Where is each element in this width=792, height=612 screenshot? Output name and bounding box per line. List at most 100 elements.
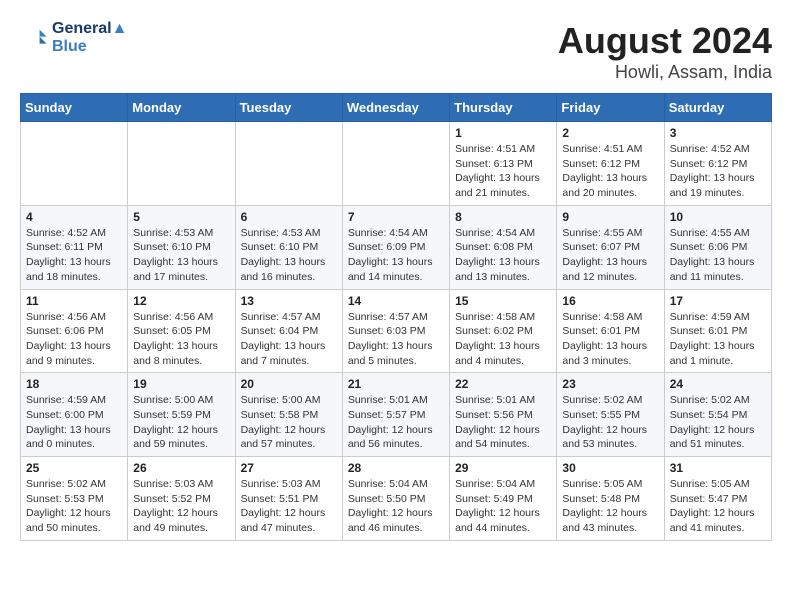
day-detail: Sunrise: 4:55 AM Sunset: 6:06 PM Dayligh… — [670, 226, 766, 285]
day-number: 7 — [348, 210, 444, 224]
day-detail: Sunrise: 4:57 AM Sunset: 6:04 PM Dayligh… — [241, 310, 337, 369]
day-number: 5 — [133, 210, 229, 224]
day-number: 22 — [455, 377, 551, 391]
calendar-cell: 21 Sunrise: 5:01 AM Sunset: 5:57 PM Dayli… — [342, 373, 449, 457]
day-detail: Sunrise: 5:02 AM Sunset: 5:53 PM Dayligh… — [26, 477, 122, 536]
day-detail: Sunrise: 4:51 AM Sunset: 6:12 PM Dayligh… — [562, 142, 658, 201]
calendar-cell: 24 Sunrise: 5:02 AM Sunset: 5:54 PM Dayli… — [664, 373, 771, 457]
page-header: General▲ Blue August 2024 Howli, Assam, … — [20, 20, 772, 83]
weekday-header-wednesday: Wednesday — [342, 94, 449, 122]
day-detail: Sunrise: 4:54 AM Sunset: 6:08 PM Dayligh… — [455, 226, 551, 285]
day-number: 1 — [455, 126, 551, 140]
calendar-cell: 19Sunrise: 5:00 AM Sunset: 5:59 PM Dayli… — [128, 373, 235, 457]
calendar-cell: 27 Sunrise: 5:03 AM Sunset: 5:51 PM Dayli… — [235, 457, 342, 541]
day-number: 26 — [133, 461, 229, 475]
day-number: 28 — [348, 461, 444, 475]
title-block: August 2024 Howli, Assam, India — [558, 20, 772, 83]
calendar-cell: 20Sunrise: 5:00 AM Sunset: 5:58 PM Dayli… — [235, 373, 342, 457]
calendar-cell: 1 Sunrise: 4:51 AM Sunset: 6:13 PM Daylig… — [450, 122, 557, 206]
calendar-cell: 31Sunrise: 5:05 AM Sunset: 5:47 PM Dayli… — [664, 457, 771, 541]
day-number: 13 — [241, 294, 337, 308]
calendar-cell: 8 Sunrise: 4:54 AM Sunset: 6:08 PM Daylig… — [450, 205, 557, 289]
calendar-cell: 6 Sunrise: 4:53 AM Sunset: 6:10 PM Daylig… — [235, 205, 342, 289]
day-detail: Sunrise: 5:03 AM Sunset: 5:51 PM Dayligh… — [241, 477, 337, 536]
calendar-cell: 14Sunrise: 4:57 AM Sunset: 6:03 PM Dayli… — [342, 289, 449, 373]
day-detail: Sunrise: 4:54 AM Sunset: 6:09 PM Dayligh… — [348, 226, 444, 285]
day-detail: Sunrise: 4:56 AM Sunset: 6:06 PM Dayligh… — [26, 310, 122, 369]
calendar-cell: 30 Sunrise: 5:05 AM Sunset: 5:48 PM Dayli… — [557, 457, 664, 541]
day-detail: Sunrise: 5:02 AM Sunset: 5:55 PM Dayligh… — [562, 393, 658, 452]
day-detail: Sunrise: 5:04 AM Sunset: 5:49 PM Dayligh… — [455, 477, 551, 536]
weekday-header-thursday: Thursday — [450, 94, 557, 122]
calendar-week-2: 4Sunrise: 4:52 AM Sunset: 6:11 PM Daylig… — [21, 205, 772, 289]
calendar-cell: 11 Sunrise: 4:56 AM Sunset: 6:06 PM Dayli… — [21, 289, 128, 373]
calendar-subtitle: Howli, Assam, India — [558, 62, 772, 83]
calendar-week-1: 1 Sunrise: 4:51 AM Sunset: 6:13 PM Daylig… — [21, 122, 772, 206]
day-detail: Sunrise: 4:52 AM Sunset: 6:11 PM Dayligh… — [26, 226, 122, 285]
logo: General▲ Blue — [20, 20, 127, 56]
calendar-week-3: 11 Sunrise: 4:56 AM Sunset: 6:06 PM Dayli… — [21, 289, 772, 373]
day-number: 29 — [455, 461, 551, 475]
day-number: 17 — [670, 294, 766, 308]
calendar-cell: 22 Sunrise: 5:01 AM Sunset: 5:56 PM Dayli… — [450, 373, 557, 457]
day-detail: Sunrise: 5:02 AM Sunset: 5:54 PM Dayligh… — [670, 393, 766, 452]
day-detail: Sunrise: 5:00 AM Sunset: 5:58 PM Dayligh… — [241, 393, 337, 452]
day-number: 31 — [670, 461, 766, 475]
day-detail: Sunrise: 5:04 AM Sunset: 5:50 PM Dayligh… — [348, 477, 444, 536]
calendar-cell: 3Sunrise: 4:52 AM Sunset: 6:12 PM Daylig… — [664, 122, 771, 206]
day-number: 18 — [26, 377, 122, 391]
day-number: 15 — [455, 294, 551, 308]
day-detail: Sunrise: 5:00 AM Sunset: 5:59 PM Dayligh… — [133, 393, 229, 452]
day-detail: Sunrise: 5:05 AM Sunset: 5:48 PM Dayligh… — [562, 477, 658, 536]
day-detail: Sunrise: 4:51 AM Sunset: 6:13 PM Dayligh… — [455, 142, 551, 201]
day-number: 12 — [133, 294, 229, 308]
day-number: 6 — [241, 210, 337, 224]
weekday-header-sunday: Sunday — [21, 94, 128, 122]
calendar-cell: 15Sunrise: 4:58 AM Sunset: 6:02 PM Dayli… — [450, 289, 557, 373]
day-number: 11 — [26, 294, 122, 308]
calendar-cell — [235, 122, 342, 206]
calendar-cell: 9Sunrise: 4:55 AM Sunset: 6:07 PM Daylig… — [557, 205, 664, 289]
calendar-cell: 29 Sunrise: 5:04 AM Sunset: 5:49 PM Dayli… — [450, 457, 557, 541]
day-number: 8 — [455, 210, 551, 224]
day-number: 30 — [562, 461, 658, 475]
day-number: 2 — [562, 126, 658, 140]
weekday-header-friday: Friday — [557, 94, 664, 122]
day-number: 16 — [562, 294, 658, 308]
day-detail: Sunrise: 5:01 AM Sunset: 5:56 PM Dayligh… — [455, 393, 551, 452]
calendar-title: August 2024 — [558, 20, 772, 62]
day-detail: Sunrise: 5:01 AM Sunset: 5:57 PM Dayligh… — [348, 393, 444, 452]
weekday-header-saturday: Saturday — [664, 94, 771, 122]
calendar-cell: 7 Sunrise: 4:54 AM Sunset: 6:09 PM Daylig… — [342, 205, 449, 289]
calendar-cell: 18 Sunrise: 4:59 AM Sunset: 6:00 PM Dayli… — [21, 373, 128, 457]
calendar-cell: 2 Sunrise: 4:51 AM Sunset: 6:12 PM Daylig… — [557, 122, 664, 206]
day-number: 21 — [348, 377, 444, 391]
day-detail: Sunrise: 4:58 AM Sunset: 6:01 PM Dayligh… — [562, 310, 658, 369]
day-number: 3 — [670, 126, 766, 140]
calendar-cell: 10 Sunrise: 4:55 AM Sunset: 6:06 PM Dayli… — [664, 205, 771, 289]
calendar-cell: 12Sunrise: 4:56 AM Sunset: 6:05 PM Dayli… — [128, 289, 235, 373]
day-number: 23 — [562, 377, 658, 391]
calendar-table: SundayMondayTuesdayWednesdayThursdayFrid… — [20, 93, 772, 541]
calendar-week-4: 18 Sunrise: 4:59 AM Sunset: 6:00 PM Dayli… — [21, 373, 772, 457]
calendar-cell: 4Sunrise: 4:52 AM Sunset: 6:11 PM Daylig… — [21, 205, 128, 289]
day-number: 27 — [241, 461, 337, 475]
calendar-cell: 16 Sunrise: 4:58 AM Sunset: 6:01 PM Dayli… — [557, 289, 664, 373]
calendar-cell: 17Sunrise: 4:59 AM Sunset: 6:01 PM Dayli… — [664, 289, 771, 373]
calendar-cell: 25 Sunrise: 5:02 AM Sunset: 5:53 PM Dayli… — [21, 457, 128, 541]
day-number: 25 — [26, 461, 122, 475]
calendar-cell — [342, 122, 449, 206]
day-detail: Sunrise: 4:53 AM Sunset: 6:10 PM Dayligh… — [133, 226, 229, 285]
day-detail: Sunrise: 5:03 AM Sunset: 5:52 PM Dayligh… — [133, 477, 229, 536]
calendar-cell — [128, 122, 235, 206]
weekday-header-tuesday: Tuesday — [235, 94, 342, 122]
day-detail: Sunrise: 4:53 AM Sunset: 6:10 PM Dayligh… — [241, 226, 337, 285]
day-number: 10 — [670, 210, 766, 224]
day-detail: Sunrise: 4:59 AM Sunset: 6:00 PM Dayligh… — [26, 393, 122, 452]
calendar-cell — [21, 122, 128, 206]
calendar-cell: 26 Sunrise: 5:03 AM Sunset: 5:52 PM Dayli… — [128, 457, 235, 541]
weekday-header-row: SundayMondayTuesdayWednesdayThursdayFrid… — [21, 94, 772, 122]
calendar-cell: 13 Sunrise: 4:57 AM Sunset: 6:04 PM Dayli… — [235, 289, 342, 373]
calendar-week-5: 25 Sunrise: 5:02 AM Sunset: 5:53 PM Dayli… — [21, 457, 772, 541]
day-number: 24 — [670, 377, 766, 391]
